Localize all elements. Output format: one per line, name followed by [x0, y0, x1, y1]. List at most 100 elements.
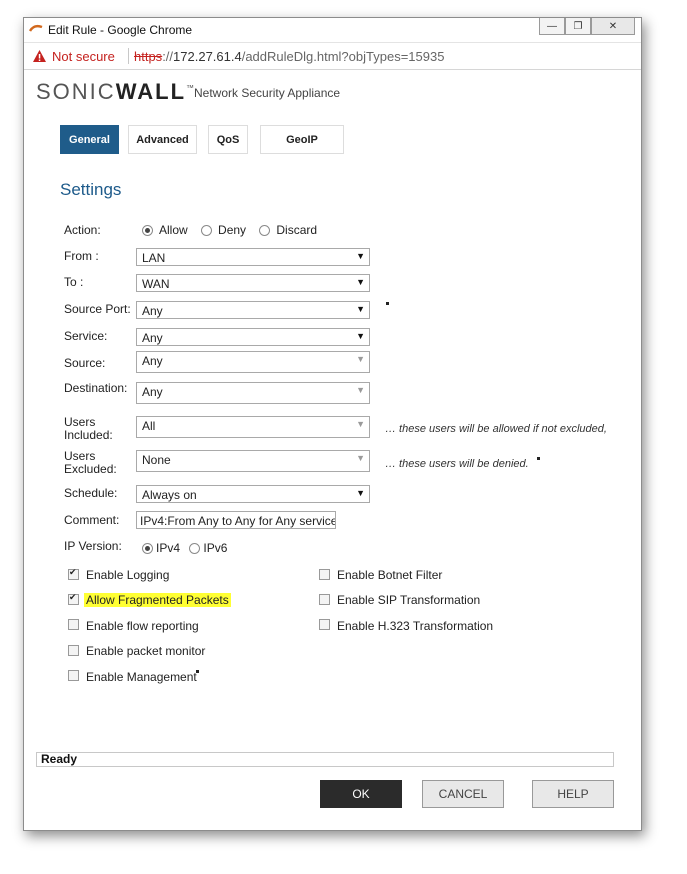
- source-value: Any: [142, 354, 163, 368]
- action-allow-option[interactable]: Allow: [142, 223, 188, 237]
- brand-logo: SONICWALL™: [36, 79, 196, 107]
- deny-label: Deny: [218, 223, 247, 237]
- destination-value: Any: [142, 385, 163, 399]
- enable-packet-monitor-label: Enable packet monitor: [86, 644, 206, 658]
- allow-fragmented-packets-checkbox[interactable]: [68, 592, 79, 605]
- ipv6-option[interactable]: IPv6: [189, 541, 227, 555]
- source-port-value: Any: [142, 304, 163, 318]
- enable-flow-reporting-checkbox[interactable]: [68, 619, 79, 630]
- destination-select[interactable]: Any ▼: [136, 382, 370, 404]
- logo-suffix: WALL: [115, 79, 187, 104]
- chrome-icon: [29, 24, 43, 32]
- users-excluded-label-line1: Users: [64, 449, 96, 463]
- window-controls: — ❐ ✕: [539, 18, 635, 35]
- users-excluded-label: Users Excluded:: [64, 450, 117, 476]
- enable-sip-transformation-label: Enable SIP Transformation: [337, 593, 481, 607]
- discard-radio[interactable]: [259, 224, 271, 236]
- source-port-select[interactable]: Any ▼: [136, 301, 370, 319]
- users-excluded-select[interactable]: None ▼: [136, 450, 370, 472]
- service-select[interactable]: Any ▼: [136, 328, 370, 346]
- comment-label: Comment:: [64, 513, 120, 527]
- help-button[interactable]: HELP: [532, 780, 614, 808]
- action-radio-group: Allow Deny Discard: [142, 223, 327, 239]
- to-value: WAN: [142, 277, 170, 291]
- action-discard-option[interactable]: Discard: [259, 223, 317, 237]
- minimize-button[interactable]: —: [539, 18, 565, 35]
- users-included-label-line1: Users: [64, 415, 96, 429]
- ipv6-label: IPv6: [203, 541, 228, 555]
- users-included-select[interactable]: All ▼: [136, 416, 370, 438]
- warning-icon: [33, 50, 46, 62]
- ip-version-radio-group: IPv4 IPv6: [142, 541, 237, 557]
- tab-advanced[interactable]: Advanced: [128, 125, 197, 154]
- dialog-window: Edit Rule - Google Chrome — ❐ ✕ Not secu…: [23, 17, 642, 831]
- enable-packet-monitor-checkbox[interactable]: [68, 645, 79, 656]
- window-title: Edit Rule - Google Chrome: [48, 23, 193, 37]
- resize-marker: [537, 457, 540, 460]
- cancel-button[interactable]: CANCEL: [422, 780, 504, 808]
- ok-button[interactable]: OK: [320, 780, 402, 808]
- resize-marker: [196, 670, 199, 673]
- enable-management-label: Enable Management: [86, 670, 197, 684]
- deny-radio[interactable]: [201, 224, 213, 236]
- url-text[interactable]: https://172.27.61.4/addRuleDlg.html?objT…: [134, 49, 444, 64]
- discard-label: Discard: [276, 223, 318, 237]
- action-label: Action:: [64, 223, 101, 237]
- allow-radio[interactable]: [142, 224, 153, 236]
- destination-label: Destination:: [64, 381, 128, 395]
- enable-logging-label: Enable Logging: [86, 568, 170, 582]
- maximize-button[interactable]: ❐: [565, 18, 591, 35]
- ipv4-option[interactable]: IPv4: [142, 541, 180, 555]
- users-included-value: All: [142, 419, 156, 433]
- enable-flow-reporting-label: Enable flow reporting: [86, 619, 199, 633]
- source-port-label: Source Port:: [64, 302, 131, 316]
- action-deny-option[interactable]: Deny: [201, 223, 246, 237]
- address-separator: [128, 48, 129, 64]
- chevron-down-icon: ▼: [356, 419, 365, 429]
- tab-qos[interactable]: QoS: [208, 125, 248, 154]
- status-bar: Ready: [36, 752, 614, 767]
- tab-general[interactable]: General: [60, 125, 119, 154]
- enable-h323-transformation-checkbox[interactable]: [319, 619, 330, 630]
- allow-fragmented-packets-label: Allow Fragmented Packets: [84, 593, 231, 607]
- url-host: 172.27.61.4: [173, 49, 242, 64]
- address-bar[interactable]: Not secure https://172.27.61.4/addRuleDl…: [24, 43, 641, 70]
- from-value: LAN: [142, 251, 166, 265]
- users-included-label-line2: Included:: [64, 428, 113, 442]
- users-included-hint: … these users will be allowed if not exc…: [385, 423, 607, 435]
- users-included-label: Users Included:: [64, 416, 113, 442]
- from-label: From :: [64, 249, 99, 263]
- schedule-select[interactable]: Always on ▼: [136, 485, 370, 503]
- tab-geoip[interactable]: GeoIP: [260, 125, 344, 154]
- ipv4-radio[interactable]: [142, 542, 153, 554]
- title-bar: Edit Rule - Google Chrome — ❐ ✕: [24, 18, 641, 43]
- from-select[interactable]: LAN ▼: [136, 248, 370, 266]
- service-label: Service:: [64, 329, 108, 343]
- comment-input[interactable]: IPv4:From Any to Any for Any service: [136, 511, 336, 529]
- enable-h323-transformation-label: Enable H.323 Transformation: [337, 619, 494, 633]
- chevron-down-icon: ▼: [356, 385, 365, 395]
- ipv4-label: IPv4: [156, 541, 181, 555]
- settings-title: Settings: [60, 180, 122, 199]
- schedule-value: Always on: [142, 488, 197, 502]
- enable-sip-transformation-checkbox[interactable]: [319, 594, 330, 605]
- appliance-subtitle: Network Security Appliance: [194, 86, 341, 100]
- chevron-down-icon: ▼: [356, 453, 365, 463]
- users-excluded-hint: … these users will be denied.: [385, 458, 529, 470]
- ip-version-label: IP Version:: [64, 539, 122, 553]
- url-scheme: https: [134, 49, 163, 64]
- to-select[interactable]: WAN ▼: [136, 274, 370, 292]
- enable-logging-checkbox[interactable]: [68, 567, 79, 580]
- chevron-down-icon: ▼: [356, 488, 365, 498]
- ipv6-radio[interactable]: [189, 542, 201, 554]
- enable-botnet-filter-checkbox[interactable]: [319, 569, 330, 580]
- chevron-down-icon: ▼: [356, 277, 365, 287]
- users-excluded-label-line2: Excluded:: [64, 462, 117, 476]
- chevron-down-icon: ▼: [356, 304, 365, 314]
- close-button[interactable]: ✕: [591, 18, 635, 35]
- source-select[interactable]: Any ▼: [136, 351, 370, 373]
- security-status[interactable]: Not secure: [52, 49, 115, 64]
- url-path: /addRuleDlg.html?objTypes=15935: [241, 49, 445, 64]
- enable-management-checkbox[interactable]: [68, 670, 79, 681]
- source-label: Source:: [64, 356, 106, 370]
